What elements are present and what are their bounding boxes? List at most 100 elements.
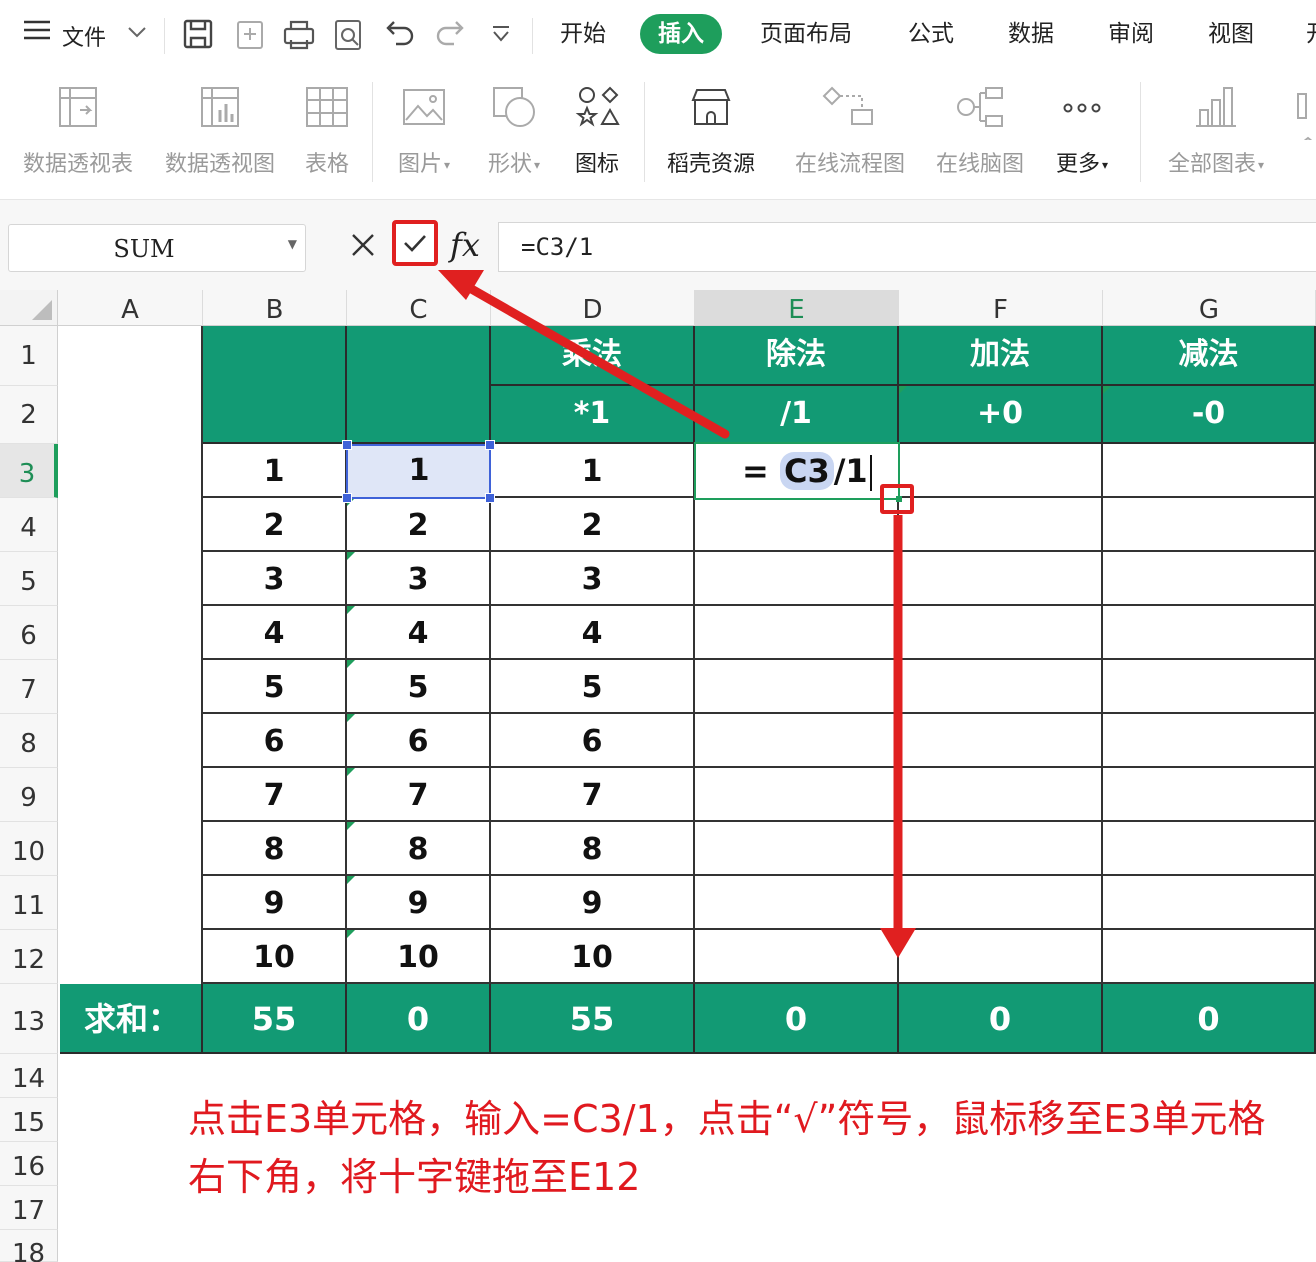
pivot-chart-button[interactable]: 数据透视图 xyxy=(158,80,282,190)
cell-b6[interactable]: 4 xyxy=(203,606,347,660)
cell-b8[interactable]: 6 xyxy=(203,714,347,768)
row-header-15[interactable]: 15 xyxy=(0,1098,58,1142)
cell-f11[interactable] xyxy=(899,876,1103,930)
cell-c7[interactable]: 5 xyxy=(347,660,491,714)
cell-e6[interactable] xyxy=(695,606,899,660)
row-header-8[interactable]: 8 xyxy=(0,714,58,768)
cell-e11[interactable] xyxy=(695,876,899,930)
row-header-7[interactable]: 7 xyxy=(0,660,58,714)
cell-c5[interactable]: 3 xyxy=(347,552,491,606)
column-header-b[interactable]: B xyxy=(203,290,347,326)
total-b[interactable]: 55 xyxy=(203,984,347,1054)
cell-f5[interactable] xyxy=(899,552,1103,606)
cell-g3[interactable] xyxy=(1103,444,1316,498)
all-charts-button[interactable]: 全部图表 ▾ xyxy=(1156,80,1276,190)
cell-g9[interactable] xyxy=(1103,768,1316,822)
chevron-down-icon[interactable] xyxy=(126,22,148,47)
cell-e5[interactable] xyxy=(695,552,899,606)
cell-g8[interactable] xyxy=(1103,714,1316,768)
operator-add[interactable]: +0 xyxy=(899,386,1103,444)
cell-b9[interactable]: 7 xyxy=(203,768,347,822)
cell-d3[interactable]: 1 xyxy=(491,444,695,498)
tab-page-layout[interactable]: 页面布局 xyxy=(760,14,852,54)
total-e[interactable]: 0 xyxy=(695,984,899,1054)
row-header-3[interactable]: 3 xyxy=(0,444,58,498)
picture-button[interactable]: 图片 ▾ xyxy=(386,80,462,190)
cell-g11[interactable] xyxy=(1103,876,1316,930)
cell-c4[interactable]: 2 xyxy=(347,498,491,552)
shape-button[interactable]: 形状 ▾ xyxy=(474,80,554,190)
tab-developer[interactable]: 开 xyxy=(1306,14,1316,54)
total-f[interactable]: 0 xyxy=(899,984,1103,1054)
cell-e4[interactable] xyxy=(695,498,899,552)
cell-d6[interactable]: 4 xyxy=(491,606,695,660)
header-subtract[interactable]: 减法 xyxy=(1103,326,1316,386)
cell-d4[interactable]: 2 xyxy=(491,498,695,552)
operator-divide[interactable]: /1 xyxy=(695,386,899,444)
header-multiply[interactable]: 乘法 xyxy=(491,326,695,386)
header-divide[interactable]: 除法 xyxy=(695,326,899,386)
pivot-table-button[interactable]: 数据透视表 xyxy=(16,80,140,190)
cell-f10[interactable] xyxy=(899,822,1103,876)
cell-c10[interactable]: 8 xyxy=(347,822,491,876)
tab-review[interactable]: 审阅 xyxy=(1108,14,1154,54)
cell-b5[interactable]: 3 xyxy=(203,552,347,606)
save-icon[interactable] xyxy=(180,14,218,54)
cell-f12[interactable] xyxy=(899,930,1103,984)
cancel-formula-icon[interactable] xyxy=(346,228,380,262)
export-icon[interactable] xyxy=(232,14,270,54)
cell-f3[interactable] xyxy=(899,444,1103,498)
formula-input[interactable]: =C3/1 xyxy=(498,222,1316,272)
cell-b12[interactable]: 10 xyxy=(203,930,347,984)
row-header-10[interactable]: 10 xyxy=(0,822,58,876)
row-header-13[interactable]: 13 xyxy=(0,984,58,1054)
header-cell-c1-c2[interactable] xyxy=(347,326,491,444)
row-header-2[interactable]: 2 xyxy=(0,386,58,444)
cell-g6[interactable] xyxy=(1103,606,1316,660)
cell-c12[interactable]: 10 xyxy=(347,930,491,984)
print-preview-icon[interactable] xyxy=(330,14,368,54)
cell-f6[interactable] xyxy=(899,606,1103,660)
row-header-4[interactable]: 4 xyxy=(0,498,58,552)
cell-c6[interactable]: 4 xyxy=(347,606,491,660)
row-header-14[interactable]: 14 xyxy=(0,1054,58,1098)
cell-c9[interactable]: 7 xyxy=(347,768,491,822)
column-header-c[interactable]: C xyxy=(347,290,491,326)
column-header-d[interactable]: D xyxy=(491,290,695,326)
redo-icon[interactable] xyxy=(432,14,470,54)
hamburger-menu-icon[interactable] xyxy=(22,18,52,42)
fill-handle[interactable] xyxy=(880,484,914,514)
active-cell-e3[interactable]: = C3/1 xyxy=(694,442,900,500)
undo-icon[interactable] xyxy=(380,14,418,54)
row-header-12[interactable]: 12 xyxy=(0,930,58,984)
cell-d9[interactable]: 7 xyxy=(491,768,695,822)
tab-view[interactable]: 视图 xyxy=(1208,14,1254,54)
cell-e8[interactable] xyxy=(695,714,899,768)
mindmap-button[interactable]: 在线脑图 xyxy=(928,80,1032,190)
total-g[interactable]: 0 xyxy=(1103,984,1316,1054)
tab-start[interactable]: 开始 xyxy=(560,14,606,54)
cell-c11[interactable]: 9 xyxy=(347,876,491,930)
row-header-18[interactable]: 18 xyxy=(0,1230,58,1262)
cell-f9[interactable] xyxy=(899,768,1103,822)
more-button[interactable]: 更多 ▾ xyxy=(1044,80,1120,190)
header-cell-b1-c2[interactable] xyxy=(203,326,347,444)
file-menu[interactable]: 文件 xyxy=(62,20,106,52)
customize-toolbar-icon[interactable] xyxy=(482,14,520,54)
cell-g12[interactable] xyxy=(1103,930,1316,984)
cell-d11[interactable]: 9 xyxy=(491,876,695,930)
row-header-9[interactable]: 9 xyxy=(0,768,58,822)
total-c[interactable]: 0 xyxy=(347,984,491,1054)
cell-e9[interactable] xyxy=(695,768,899,822)
total-d[interactable]: 55 xyxy=(491,984,695,1054)
cell-c8[interactable]: 6 xyxy=(347,714,491,768)
row-header-16[interactable]: 16 xyxy=(0,1142,58,1186)
cell-b7[interactable]: 5 xyxy=(203,660,347,714)
name-box[interactable]: SUM ▼ xyxy=(8,224,306,272)
operator-multiply[interactable]: *1 xyxy=(491,386,695,444)
cell-f8[interactable] xyxy=(899,714,1103,768)
cell-b3[interactable]: 1 xyxy=(203,444,347,498)
cell-b11[interactable]: 9 xyxy=(203,876,347,930)
column-header-a[interactable]: A xyxy=(58,290,203,326)
row-header-11[interactable]: 11 xyxy=(0,876,58,930)
